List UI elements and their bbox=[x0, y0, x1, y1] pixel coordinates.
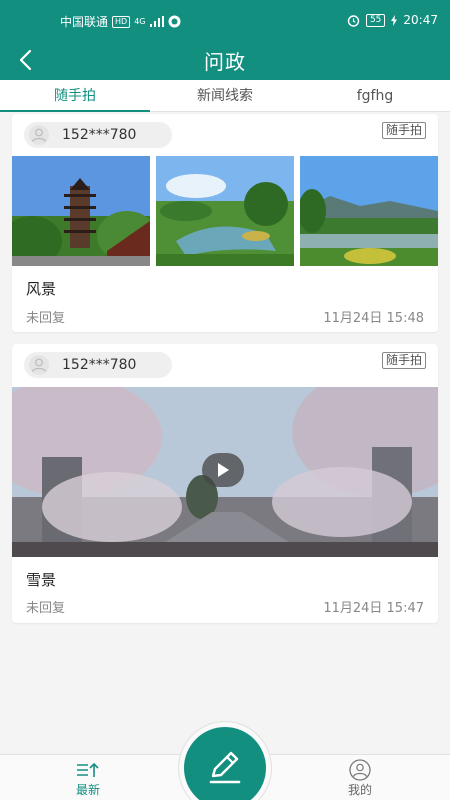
nav-mine[interactable]: 我的 bbox=[300, 755, 420, 800]
nav-latest-label: 最新 bbox=[75, 783, 100, 797]
post-card[interactable]: 152***780 随手拍 雪景 未回复 11月24日 15:47 bbox=[12, 344, 438, 623]
status-right: 55 20:47 bbox=[347, 13, 438, 27]
tab-indicator bbox=[0, 110, 150, 112]
tab-bar: 随手拍 新闻线索 fgfhg bbox=[0, 80, 450, 112]
post-card[interactable]: 152***780 随手拍 风景 未回复 11月24日 15:48 bbox=[12, 114, 438, 332]
tab-news-tips[interactable]: 新闻线索 bbox=[150, 80, 300, 112]
charging-icon bbox=[391, 14, 398, 26]
post-title: 风景 bbox=[26, 280, 57, 298]
network-type: 4G bbox=[134, 17, 146, 26]
post-title: 雪景 bbox=[26, 571, 57, 589]
reply-status: 未回复 bbox=[26, 311, 66, 326]
username: 152***780 bbox=[62, 357, 137, 373]
nav-mine-label: 我的 bbox=[347, 783, 372, 797]
play-icon bbox=[218, 463, 229, 477]
user-badge: 152***780 bbox=[24, 352, 172, 378]
username: 152***780 bbox=[62, 127, 137, 143]
battery-level: 55 bbox=[365, 13, 386, 27]
tab-suishoupai[interactable]: 随手拍 bbox=[0, 80, 150, 112]
pencil-icon bbox=[209, 751, 241, 784]
compose-button[interactable] bbox=[184, 727, 266, 800]
list-arrow-icon bbox=[77, 762, 99, 777]
garden-pond-photo[interactable] bbox=[156, 156, 294, 266]
carrier-name: 中国联通 bbox=[60, 15, 109, 29]
user-badge: 152***780 bbox=[24, 122, 172, 148]
category-tag: 随手拍 bbox=[381, 122, 426, 139]
user-icon bbox=[349, 759, 371, 781]
app-header: 问政 bbox=[0, 40, 450, 80]
post-time: 11月24日 15:47 bbox=[323, 601, 424, 616]
pagoda-photo[interactable] bbox=[12, 156, 150, 266]
wechat-icon bbox=[168, 15, 180, 28]
category-tag: 随手拍 bbox=[381, 352, 426, 369]
hd-badge: HD bbox=[112, 15, 131, 28]
nav-latest[interactable]: 最新 bbox=[28, 755, 148, 800]
play-button[interactable] bbox=[202, 453, 244, 487]
status-bar: 中国联通 HD 4G 55 20:47 bbox=[0, 0, 450, 40]
avatar-icon bbox=[29, 125, 49, 145]
post-time: 11月24日 15:48 bbox=[323, 311, 424, 326]
page-title: 问政 bbox=[204, 50, 246, 74]
signal-icon bbox=[149, 16, 164, 27]
photo-grid bbox=[12, 156, 438, 266]
reply-status: 未回复 bbox=[26, 601, 66, 616]
lake-hills-photo[interactable] bbox=[300, 156, 438, 266]
avatar-icon bbox=[29, 355, 49, 375]
alarm-icon bbox=[347, 14, 360, 27]
tab-fgfhg[interactable]: fgfhg bbox=[300, 80, 450, 112]
video-thumbnail[interactable] bbox=[12, 387, 438, 557]
clock: 20:47 bbox=[403, 13, 438, 27]
status-left: 中国联通 HD 4G bbox=[60, 13, 181, 30]
